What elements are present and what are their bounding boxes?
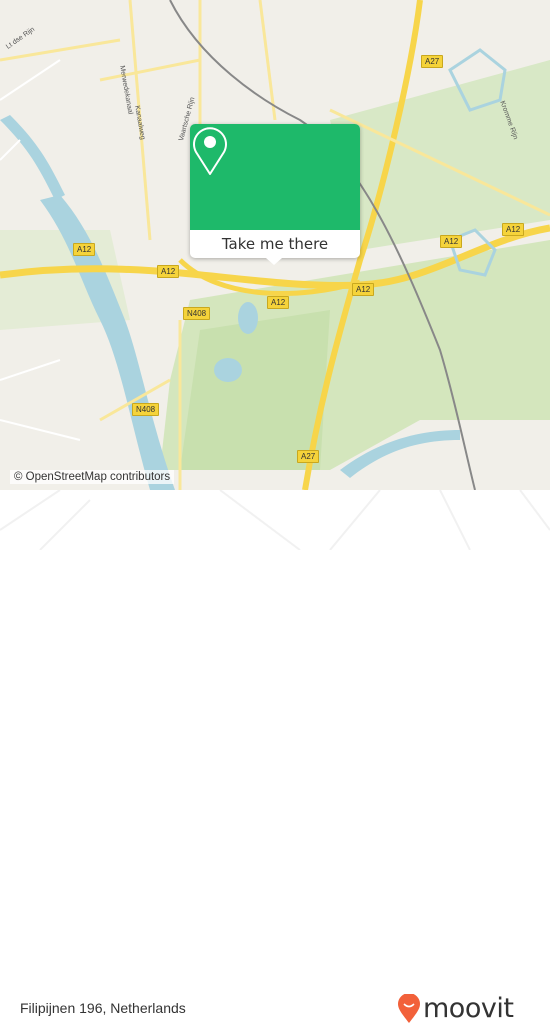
road-shield-a12: A12: [267, 296, 290, 309]
moovit-logo[interactable]: moovit: [398, 993, 514, 1024]
map-pin-icon: [193, 127, 227, 175]
address-text: Filipijnen 196, Netherlands: [20, 1000, 186, 1016]
moovit-wordmark: moovit: [423, 993, 514, 1024]
location-popup[interactable]: Take me there: [190, 124, 360, 265]
take-me-there-button[interactable]: Take me there: [190, 230, 360, 258]
footer-pattern: [0, 490, 550, 550]
map-attribution[interactable]: © OpenStreetMap contributors: [10, 470, 175, 484]
road-shield-a12: A12: [157, 265, 180, 278]
moovit-pin-icon: [398, 993, 420, 1023]
road-shield-a27: A27: [297, 450, 320, 463]
popup-header: [190, 124, 360, 230]
map[interactable]: A27 A12 A12 A12 A12 A12 A12 N408 N408 A2…: [0, 0, 550, 490]
road-shield-a12: A12: [502, 223, 525, 236]
footer: Filipijnen 196, Netherlands moovit: [0, 490, 550, 1024]
road-shield-n408: N408: [183, 307, 211, 320]
road-shield-n408: N408: [132, 403, 160, 416]
road-shield-a12: A12: [352, 283, 375, 296]
road-shield-a27: A27: [421, 55, 444, 68]
popup-pointer: [266, 258, 282, 265]
road-shield-a12: A12: [440, 235, 463, 248]
road-shield-a12: A12: [73, 243, 96, 256]
